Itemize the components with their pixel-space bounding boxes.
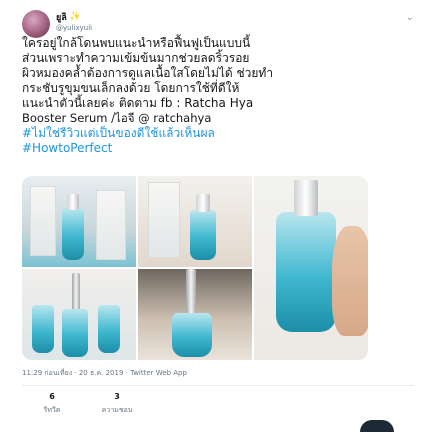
tweet-text: ใครอยู่ใกล้โดนพบแนะนำหรือฟื้นฟูเป็นแบบนี…	[22, 36, 372, 156]
author-name-row[interactable]: ยูลิ ✨	[56, 10, 81, 24]
serum-bottle	[62, 208, 84, 260]
hashtag-link[interactable]: #HowtoPerfect	[22, 141, 372, 156]
dropper	[186, 269, 196, 315]
serum-bottle	[190, 210, 216, 260]
serum-bottle	[172, 313, 212, 357]
hashtag-link[interactable]: #ไม่ใช่รีวิวแต่เป็นของดีใช้แล้วเห็นผล	[22, 126, 372, 141]
tweet-line: ใครอยู่ใกล้โดนพบแนะนำหรือฟื้นฟูเป็นแบบนี…	[22, 36, 251, 50]
chevron-down-icon[interactable]: ⌄	[406, 12, 414, 23]
like-stat[interactable]: 3 ความชอบ	[82, 392, 152, 416]
product-photo[interactable]	[138, 176, 252, 267]
retweet-stat[interactable]: 6 รีทวีต	[22, 392, 82, 416]
tweet-line: ผิวหมองคล้ำต้องการดูแลเนื้อใสโดยไม่ได้ ช…	[22, 66, 274, 80]
author-name[interactable]: ยูลิ	[56, 10, 67, 24]
tweet-stats: 6 รีทวีต 3 ความชอบ	[22, 392, 414, 432]
tweet-line: Booster Serum /ไอจี @ ratchahya	[22, 111, 212, 125]
product-box	[148, 182, 180, 258]
bottle-cap	[67, 194, 79, 210]
product-photo[interactable]	[254, 176, 368, 360]
tweet-card: ยูลิ ✨ @yulixyuli ⌄ ใครอยู่ใกล้โดนพบแนะน…	[0, 0, 436, 436]
media-grid	[22, 176, 368, 360]
serum-bottle	[32, 305, 54, 353]
tweet-line: ส่วนเพราะทำความเข้มข้นมากช่วยลดริ้วรอย	[22, 51, 250, 65]
product-photo[interactable]	[22, 176, 136, 267]
tweet-line: กระชับรูขุมขนเล็กลงด้วย โดยการใช้ที่ดีให…	[22, 81, 240, 95]
retweet-label: รีทวีต	[43, 406, 61, 414]
bottle-cap	[294, 180, 318, 216]
product-box	[96, 190, 126, 260]
product-photo[interactable]	[138, 269, 252, 360]
author-handle[interactable]: @yulixyuli	[56, 24, 92, 32]
like-label: ความชอบ	[101, 406, 133, 414]
scroll-indicator	[360, 420, 394, 432]
hand-shape	[332, 226, 368, 336]
like-count: 3	[114, 392, 120, 401]
divider	[22, 385, 414, 386]
sparkle-icon: ✨	[69, 12, 82, 22]
tweet-line: แนะนำตัวนี้เลยค่ะ ติดตาม fb : Ratcha Hya	[22, 96, 254, 110]
retweet-count: 6	[49, 392, 55, 401]
dropper	[72, 273, 80, 311]
avatar[interactable]	[22, 10, 50, 38]
serum-bottle	[98, 305, 120, 353]
tweet-timestamp[interactable]: 11:29 ก่อนเที่ยง · 20 ธ.ค. 2019 · Twitte…	[22, 368, 187, 379]
serum-bottle	[62, 309, 88, 357]
product-box	[30, 186, 56, 256]
product-photo[interactable]	[22, 269, 136, 360]
bottle-cap	[196, 194, 210, 212]
serum-bottle	[276, 212, 336, 332]
